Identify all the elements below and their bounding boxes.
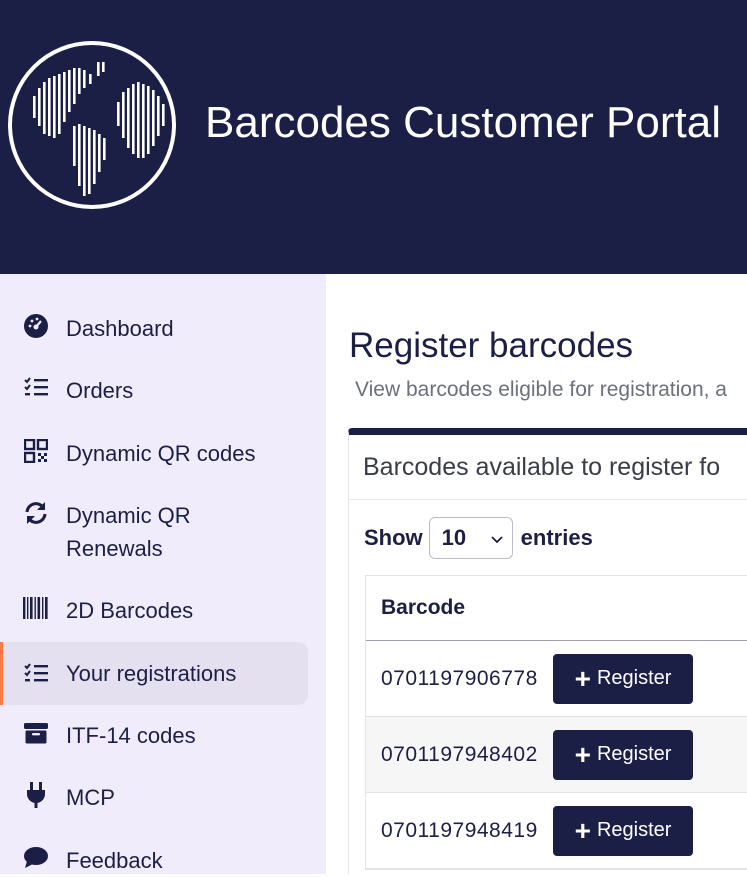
- portal-title: Barcodes Customer Portal: [205, 98, 721, 147]
- table-row: 0701197948419 + Register: [366, 793, 747, 869]
- page-subtitle: View barcodes eligible for registration,…: [355, 378, 727, 401]
- sidebar-item-label: Dashboard: [66, 316, 174, 341]
- barcodes-card: Barcodes available to register fo Show 1…: [348, 428, 747, 874]
- plug-icon: [22, 781, 50, 809]
- barcode-cell: 0701197906778: [381, 666, 538, 690]
- card-divider: [349, 499, 747, 500]
- sidebar: Dashboard Orders Dynamic QR codes Dynami…: [0, 274, 326, 874]
- entries-select-value: 10: [441, 525, 467, 550]
- chevron-down-icon: [490, 525, 504, 551]
- sidebar-item-label: ITF-14 codes: [66, 723, 196, 748]
- sidebar-item-label: Dynamic QR codes: [66, 441, 256, 466]
- register-button-label: Register: [596, 667, 672, 689]
- sidebar-item-itf-14-codes[interactable]: ITF-14 codes: [0, 719, 308, 752]
- sidebar-item-label: Orders: [66, 378, 134, 403]
- dashboard-icon: [22, 312, 50, 340]
- sidebar-item-label: MCP: [66, 785, 115, 810]
- qr-code-icon: [22, 437, 50, 465]
- sidebar-item-mcp[interactable]: MCP: [0, 781, 308, 814]
- header: Barcodes Customer Portal: [0, 0, 747, 274]
- entries-select[interactable]: 10: [428, 517, 513, 559]
- entries-label: entries: [520, 525, 593, 550]
- sidebar-item-your-registrations[interactable]: Your registrations: [0, 642, 308, 705]
- checklist-icon: [22, 374, 50, 402]
- sidebar-item-label: Feedback: [66, 848, 163, 873]
- plus-icon: +: [574, 814, 591, 846]
- main-content: Register barcodes View barcodes eligible…: [326, 274, 747, 874]
- sidebar-item-dynamic-qr-renewals[interactable]: Dynamic QR Renewals: [0, 499, 308, 565]
- sidebar-item-dashboard[interactable]: Dashboard: [0, 312, 308, 345]
- table-row: 0701197906778 + Register: [366, 641, 747, 717]
- chat-icon: [22, 844, 50, 872]
- entries-length-control: Show 10 entries: [364, 517, 593, 559]
- show-label: Show: [364, 525, 423, 550]
- barcode-icon: [22, 594, 50, 622]
- globe-barcode-icon[interactable]: [7, 40, 177, 210]
- page-title: Register barcodes: [349, 326, 634, 365]
- register-button[interactable]: + Register: [553, 729, 693, 780]
- barcode-cell: 0701197948419: [381, 818, 538, 842]
- sidebar-item-label: 2D Barcodes: [66, 598, 194, 623]
- sidebar-item-label: Your registrations: [66, 661, 237, 686]
- sidebar-item-dynamic-qr-codes[interactable]: Dynamic QR codes: [0, 437, 308, 470]
- register-button[interactable]: + Register: [553, 805, 693, 856]
- register-button-label: Register: [596, 819, 672, 841]
- sidebar-item-feedback[interactable]: Feedback: [0, 844, 308, 877]
- sidebar-item-2d-barcodes[interactable]: 2D Barcodes: [0, 594, 308, 627]
- plus-icon: +: [574, 662, 591, 694]
- plus-icon: +: [574, 738, 591, 770]
- column-header-barcode[interactable]: Barcode: [366, 576, 747, 641]
- refresh-icon: [22, 499, 50, 527]
- barcodes-table: Barcode 0701197906778 + Register 07011979…: [365, 575, 747, 870]
- box-icon: [22, 719, 50, 747]
- table-row: 0701197948402 + Register: [366, 717, 747, 793]
- barcode-cell: 0701197948402: [381, 742, 538, 766]
- sidebar-item-label: Dynamic QR Renewals: [66, 503, 191, 561]
- card-title: Barcodes available to register fo: [363, 453, 721, 481]
- sidebar-item-orders[interactable]: Orders: [0, 374, 308, 407]
- checklist-icon: [22, 660, 50, 688]
- register-button[interactable]: + Register: [553, 653, 693, 704]
- register-button-label: Register: [596, 743, 672, 765]
